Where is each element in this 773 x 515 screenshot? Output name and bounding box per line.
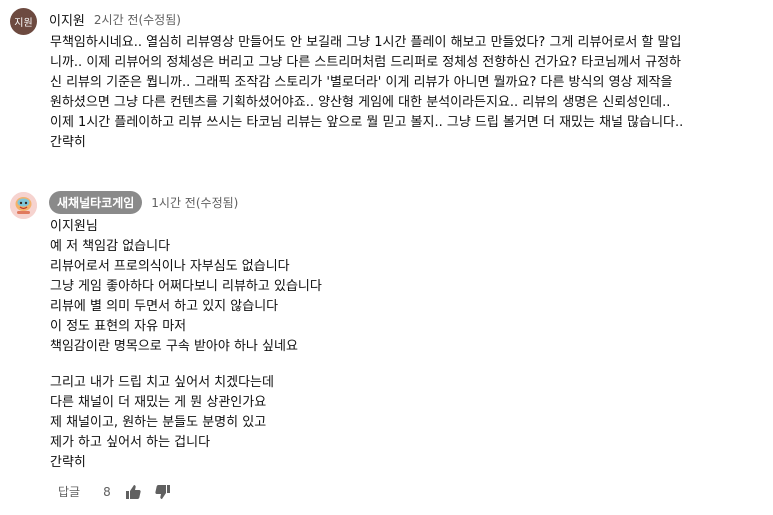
comment-line: 그냥 게임 좋아하다 어쩌다보니 리뷰하고 있습니다 [50,279,322,294]
comment-header: 이지원 2시간 전(수정됨) [49,10,181,29]
comment-text: 무책임하시네요.. 열심히 리뷰영상 만들어도 안 보길래 그냥 1시간 플레이… [50,33,760,153]
comment-line: 무책임하시네요.. 열심히 리뷰영상 만들어도 안 보길래 그냥 1시간 플레이… [50,35,682,50]
timestamp[interactable]: 1시간 전(수정됨) [151,194,238,211]
show-less-link[interactable]: 간략히 [50,453,730,473]
comment-line: 니까.. 이제 리뷰어의 정체성은 버리고 그냥 다른 스트리머처럼 드리퍼로 … [50,55,682,70]
creator-author-badge[interactable]: 새채널타코게임 [49,191,143,214]
thumb-down-icon[interactable] [155,484,171,500]
like-count: 8 [103,484,111,499]
avatar[interactable] [10,192,37,219]
timestamp[interactable]: 2시간 전(수정됨) [94,11,181,28]
comment-line: 원하셨으면 그냥 다른 컨텐츠를 기획하셨어야죠.. 양산형 게임에 대한 분석… [50,95,671,110]
comment-header: 새채널타코게임 1시간 전(수정됨) [49,191,238,214]
comment-line: 신 리뷰의 기준은 뭡니까.. 그래픽 조작감 스토리가 '별로더라' 이게 리… [50,75,673,90]
author-name[interactable]: 이지원 [49,10,85,29]
comment-line: 그리고 내가 드립 치고 싶어서 치겠다는데 [50,375,274,390]
comment-line: 리뷰에 별 의미 두면서 하고 있지 않습니다 [50,299,279,314]
thumb-up-icon[interactable] [125,484,141,500]
avatar-initials: 지원 [14,18,33,29]
creator-avatar-icon [10,192,37,219]
comment-line: 예 저 책임감 없습니다 [50,239,171,254]
comment-line: 다른 채널이 더 재밌는 게 뭔 상관인가요 [50,395,267,410]
comment-line: 리뷰어로서 프로의식이나 자부심도 없습니다 [50,259,290,274]
comment-line: 제 채널이고, 원하는 분들도 분명히 있고 [50,415,267,430]
comment-line: 이제 1시간 플레이하고 리뷰 쓰시는 타코님 리뷰는 앞으로 뭘 믿고 볼지.… [50,115,684,130]
comment-actions: 답글 8 [58,483,171,500]
show-less-link[interactable]: 간략히 [50,133,760,153]
comment-line: 이지원님 [50,219,98,234]
reply-button[interactable]: 답글 [58,483,80,500]
comment-line: 이 정도 표현의 자유 마저 [50,319,187,334]
comment-line [50,357,730,373]
comment-line: 책임감이란 명목으로 구속 받아야 하나 싶네요 [50,339,298,354]
comment-text: 이지원님 예 저 책임감 없습니다 리뷰어로서 프로의식이나 자부심도 없습니다… [50,217,730,473]
avatar[interactable]: 지원 [10,8,37,35]
comment-line: 제가 하고 싶어서 하는 겁니다 [50,435,211,450]
